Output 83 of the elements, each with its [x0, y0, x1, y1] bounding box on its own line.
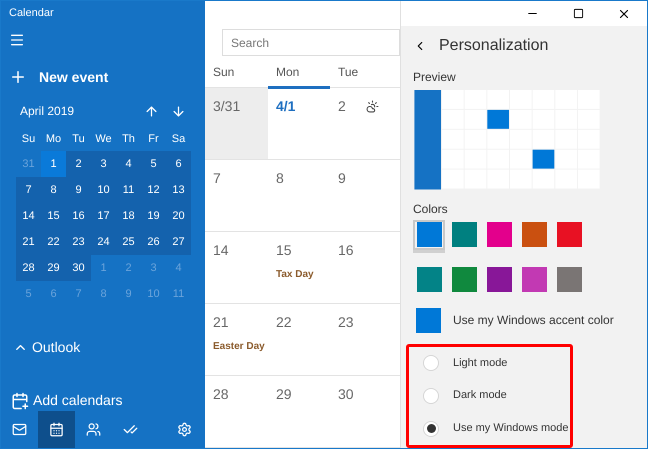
- day-cell[interactable]: 21: [16, 229, 41, 255]
- date-number: 15: [276, 241, 292, 260]
- date-number: 14: [213, 241, 229, 260]
- day-cell[interactable]: 16: [66, 203, 91, 229]
- date-number: 4/1: [276, 97, 296, 116]
- mail-icon: [12, 422, 27, 437]
- date-number: 7: [213, 169, 221, 188]
- day-cell[interactable]: 15: [41, 203, 66, 229]
- mode-radio[interactable]: Use my Windows mode: [423, 420, 570, 437]
- day-cell[interactable]: 18: [116, 203, 141, 229]
- calendar-add-icon: [11, 392, 29, 410]
- maximize-icon: [572, 8, 584, 19]
- colors-label: Colors: [413, 200, 449, 218]
- day-cell[interactable]: 8: [41, 177, 66, 203]
- date-number: 22: [276, 313, 292, 332]
- date-number: 16: [338, 241, 354, 260]
- date-number: 9: [338, 169, 346, 188]
- people-icon: [86, 422, 101, 437]
- day-cell[interactable]: 20: [166, 203, 191, 229]
- date-number: 23: [338, 313, 354, 332]
- month-label: April 2019: [20, 103, 76, 120]
- preview-label: Preview: [413, 69, 457, 86]
- day-cell[interactable]: 10: [91, 177, 116, 203]
- date-number: 30: [338, 385, 354, 404]
- day-cell[interactable]: 13: [166, 177, 191, 203]
- day-cell[interactable]: 22: [41, 229, 66, 255]
- weekday-label: Fr: [147, 132, 160, 147]
- date-number: 2: [338, 97, 346, 116]
- calendar-icon: [49, 422, 64, 437]
- day-cell[interactable]: 14: [16, 203, 41, 229]
- mode-radio[interactable]: Dark mode: [423, 387, 570, 404]
- day-cell[interactable]: 9: [66, 177, 91, 203]
- date-number: 21: [213, 313, 229, 332]
- previous-month-button[interactable]: [144, 104, 159, 119]
- date-number: 28: [213, 385, 229, 404]
- day-cell[interactable]: 17: [91, 203, 116, 229]
- day-cell[interactable]: 5: [141, 151, 166, 177]
- date-number: 29: [276, 385, 292, 404]
- settings-icon: [177, 422, 192, 437]
- search-field[interactable]: Search: [222, 29, 400, 56]
- weekday-label: We: [94, 132, 113, 147]
- event-label[interactable]: Tax Day: [276, 267, 330, 282]
- weekday-label: Su: [20, 132, 36, 147]
- day-cell[interactable]: 23: [66, 229, 91, 255]
- panel-title: Personalization: [439, 36, 548, 56]
- date-cell[interactable]: 3/31: [205, 88, 268, 159]
- day-cell[interactable]: 19: [141, 203, 166, 229]
- date-number: 3/31: [213, 97, 240, 116]
- day-cell[interactable]: 12: [141, 177, 166, 203]
- accent-color-option[interactable]: Use my Windows accent color: [416, 308, 647, 332]
- day-column-header: Tue: [337, 64, 360, 80]
- day-column-header: Mon: [268, 56, 330, 87]
- outlook-group[interactable]: Outlook: [13, 337, 205, 358]
- day-cell[interactable]: 2: [66, 151, 91, 177]
- mode-radio[interactable]: Light mode: [423, 354, 570, 372]
- menu-icon: [9, 32, 25, 48]
- day-cell[interactable]: 28: [16, 255, 41, 281]
- day-cell[interactable]: 11: [116, 177, 141, 203]
- date-number: 8: [276, 169, 284, 188]
- selection-bar: [268, 86, 330, 89]
- calendar-nav-button[interactable]: [38, 411, 75, 448]
- day-cell[interactable]: 1: [41, 151, 66, 177]
- day-cell[interactable]: 30: [66, 255, 91, 281]
- weekday-label: Mo: [44, 132, 62, 147]
- next-month-button[interactable]: [171, 104, 186, 119]
- day-cell[interactable]: 27: [166, 229, 191, 255]
- day-cell[interactable]: 26: [141, 229, 166, 255]
- day-cell[interactable]: 24: [91, 229, 116, 255]
- day-cell[interactable]: 7: [16, 177, 41, 203]
- weekday-label: Tu: [71, 132, 86, 147]
- day-cell[interactable]: 6: [166, 151, 191, 177]
- day-cell[interactable]: 4: [116, 151, 141, 177]
- new-event-button[interactable]: New event: [9, 62, 205, 92]
- day-cell[interactable]: 25: [116, 229, 141, 255]
- down-arrow-icon: [171, 104, 186, 119]
- day-column-header: Sun: [212, 64, 236, 80]
- weekday-label: Th: [121, 132, 136, 147]
- day-cell[interactable]: 29: [41, 255, 66, 281]
- event-label[interactable]: Easter Day: [213, 339, 268, 354]
- add-calendars-button[interactable]: Add calendars: [11, 390, 205, 411]
- window-title: Calendar: [8, 6, 55, 21]
- day-cell[interactable]: 3: [91, 151, 116, 177]
- weekday-label: Sa: [170, 132, 186, 147]
